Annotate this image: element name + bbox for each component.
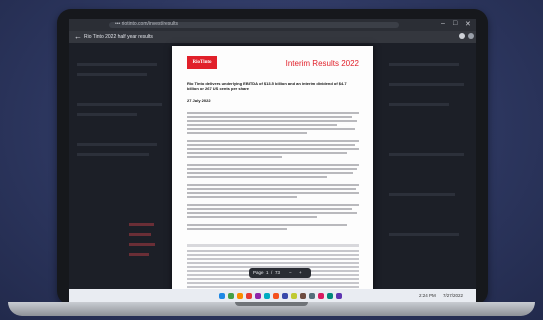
- back-arrow-icon[interactable]: ←: [74, 32, 82, 41]
- url-field[interactable]: ••• riotinto.com/invest/results: [109, 21, 399, 28]
- taskbar-app-icon[interactable]: [300, 293, 306, 299]
- taskbar-app-icon[interactable]: [318, 293, 324, 299]
- download-icon[interactable]: [459, 33, 465, 39]
- taskbar-app-icon[interactable]: [219, 293, 225, 299]
- url-text: ••• riotinto.com/invest/results: [115, 21, 179, 27]
- taskbar-app-icon[interactable]: [291, 293, 297, 299]
- report-date: 27 July 2022: [187, 98, 211, 103]
- pdf-page: RioTinto Interim Results 2022 Rio Tinto …: [172, 46, 373, 292]
- close-icon[interactable]: ✕: [465, 20, 471, 28]
- browser-address-bar: ••• riotinto.com/invest/results – □ ✕: [69, 19, 476, 31]
- laptop-screen: ••• riotinto.com/invest/results – □ ✕ ← …: [69, 19, 476, 303]
- taskbar-app-icon[interactable]: [309, 293, 315, 299]
- taskbar-app-icon[interactable]: [273, 293, 279, 299]
- laptop-notch: [235, 302, 308, 306]
- maximize-icon[interactable]: □: [453, 20, 457, 27]
- page-separator: /: [271, 270, 273, 275]
- report-title: Interim Results 2022: [285, 59, 359, 68]
- more-options-icon[interactable]: [468, 33, 474, 39]
- minimize-icon[interactable]: –: [441, 20, 445, 27]
- taskbar-app-icon[interactable]: [327, 293, 333, 299]
- taskbar-app-icon[interactable]: [255, 293, 261, 299]
- taskbar-app-icon[interactable]: [336, 293, 342, 299]
- page-label: Page: [253, 270, 264, 275]
- headline: Rio Tinto delivers underlying EBITDA of …: [187, 81, 347, 91]
- taskbar-app-icon[interactable]: [228, 293, 234, 299]
- rio-tinto-logo: RioTinto: [187, 56, 217, 69]
- taskbar-app-icon[interactable]: [282, 293, 288, 299]
- taskbar-app-icon[interactable]: [237, 293, 243, 299]
- taskbar-time: 2:24 PM: [419, 293, 436, 298]
- taskbar-app-icon[interactable]: [246, 293, 252, 299]
- taskbar: 2:24 PM 7/27/2022: [69, 289, 476, 303]
- page-total: 73: [275, 270, 281, 275]
- taskbar-app-icon[interactable]: [264, 293, 270, 299]
- zoom-in-button[interactable]: +: [299, 270, 302, 275]
- document-title: Rio Tinto 2022 half year results: [84, 34, 153, 40]
- zoom-out-button[interactable]: −: [289, 270, 292, 275]
- taskbar-date: 7/27/2022: [443, 293, 464, 298]
- page-current[interactable]: 1: [266, 270, 269, 275]
- page-navigator: Page 1 / 73 − +: [249, 268, 311, 278]
- pdf-toolbar: ← Rio Tinto 2022 half year results: [69, 31, 476, 43]
